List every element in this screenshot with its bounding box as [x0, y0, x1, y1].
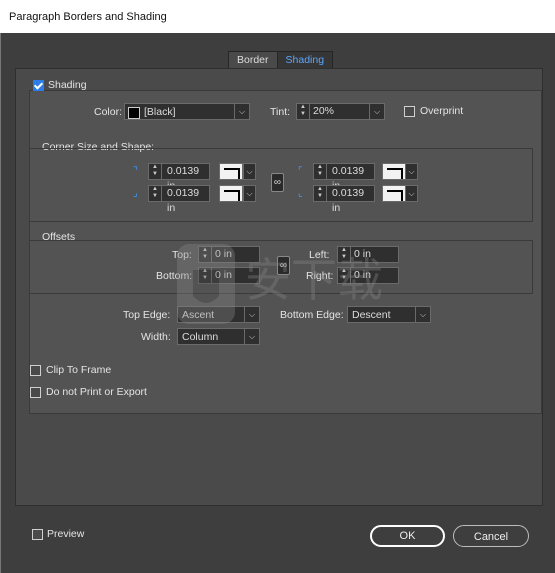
chevron-down-icon[interactable]: ⌵ — [405, 185, 418, 202]
shading-checkbox[interactable] — [33, 80, 44, 91]
stepper-arrows-icon[interactable]: ▲▼ — [149, 186, 162, 201]
chevron-down-icon: ⌵ — [415, 307, 430, 322]
stepper-arrows-icon[interactable]: ▲▼ — [149, 164, 162, 179]
width-label: Width: — [141, 331, 171, 343]
chevron-down-icon[interactable]: ⌵ — [369, 104, 384, 119]
bottom-right-corner-icon: ⌞ — [298, 188, 303, 199]
clip-to-frame-label: Clip To Frame — [46, 364, 112, 376]
color-value: [Black] — [144, 106, 176, 118]
ok-button[interactable]: OK — [370, 525, 445, 547]
color-swatch — [128, 107, 140, 119]
tint-label: Tint: — [270, 106, 291, 118]
stepper-arrows-icon[interactable]: ▲▼ — [314, 164, 327, 179]
bottom-left-corner-icon: ⌟ — [133, 188, 138, 199]
chevron-down-icon: ⌵ — [244, 329, 259, 344]
width-dropdown[interactable]: Column ⌵ — [177, 328, 260, 345]
chevron-down-icon[interactable]: ⌵ — [243, 163, 256, 180]
top-left-corner-size[interactable]: ▲▼ 0.0139 in — [148, 163, 210, 192]
preview-label: Preview — [47, 528, 85, 540]
top-right-corner-size[interactable]: ▲▼ 0.0139 in — [313, 163, 375, 192]
do-not-print-checkbox[interactable] — [30, 387, 41, 398]
clip-to-frame-checkbox[interactable] — [30, 365, 41, 376]
top-left-corner-icon: ⌝ — [133, 166, 138, 177]
corner-shape-swatch[interactable] — [382, 185, 406, 202]
top-edge-label: Top Edge: — [123, 309, 171, 321]
window-title: Paragraph Borders and Shading — [9, 11, 167, 23]
shading-label: Shading — [48, 79, 87, 91]
title-bar: Paragraph Borders and Shading — [0, 0, 555, 33]
width-value: Column — [182, 331, 219, 343]
svg-text:安下载: 安下载 — [245, 253, 383, 307]
chevron-down-icon: ⌵ — [234, 104, 249, 119]
preview-checkbox[interactable] — [32, 529, 43, 540]
overprint-checkbox[interactable] — [404, 106, 415, 117]
do-not-print-label: Do not Print or Export — [46, 386, 147, 398]
tint-value: 20% — [313, 105, 335, 117]
cancel-button[interactable]: Cancel — [453, 525, 529, 547]
chevron-down-icon[interactable]: ⌵ — [243, 185, 256, 202]
chain-link-icon[interactable]: ∞ — [271, 173, 284, 192]
chevron-down-icon[interactable]: ⌵ — [405, 163, 418, 180]
tint-stepper[interactable]: ▲ ▼ 20% ⌵ — [296, 103, 385, 120]
overprint-label: Overprint — [420, 105, 464, 117]
color-label: Color: — [94, 106, 123, 118]
top-right-corner-icon: ⌜ — [298, 166, 303, 177]
corner-shape-swatch[interactable] — [219, 185, 243, 202]
corner-shape-swatch[interactable] — [382, 163, 406, 180]
color-dropdown[interactable]: [Black] ⌵ — [124, 103, 250, 120]
stepper-arrows-icon[interactable]: ▲▼ — [314, 186, 327, 201]
stepper-arrows-icon[interactable]: ▲▼ — [297, 104, 310, 119]
tab-bar: Border Shading — [228, 51, 334, 70]
bottom-left-value: 0.0139 in — [167, 187, 200, 214]
watermark-logo: 安下载 — [177, 244, 383, 324]
bottom-left-corner-size[interactable]: ▲ ▼ 0.0139 in — [148, 185, 210, 214]
corner-shape-swatch[interactable] — [219, 163, 243, 180]
bottom-right-value: 0.0139 in — [332, 187, 365, 214]
bottom-right-corner-size[interactable]: ▲ ▼ 0.0139 in — [313, 185, 375, 214]
